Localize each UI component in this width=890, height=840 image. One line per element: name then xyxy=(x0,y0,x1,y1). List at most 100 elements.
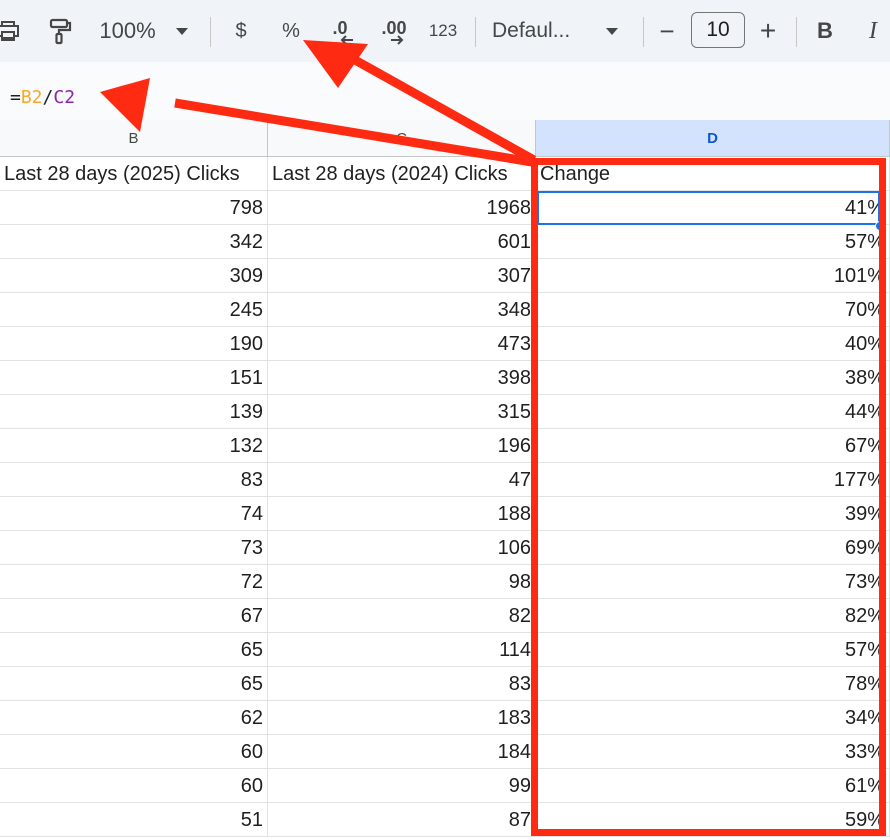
cell-2025-clicks[interactable]: 151 xyxy=(0,361,268,395)
increase-decimal-button[interactable]: .00 xyxy=(374,0,414,62)
cell-2024-clicks[interactable]: 87 xyxy=(268,803,536,837)
cell-change[interactable]: 61% xyxy=(536,769,890,803)
cell-2024-clicks[interactable]: 47 xyxy=(268,463,536,497)
cell-2024-clicks[interactable]: 398 xyxy=(268,361,536,395)
cell-2025-clicks[interactable]: 245 xyxy=(0,293,268,327)
cell-2024-clicks[interactable]: 83 xyxy=(268,667,536,701)
cell-change[interactable]: 69% xyxy=(536,531,890,565)
cell-2024-clicks[interactable]: 601 xyxy=(268,225,536,259)
cell-change[interactable]: 101% xyxy=(536,259,890,293)
table-row: 65 83 78% xyxy=(0,667,890,701)
cell-change[interactable]: 57% xyxy=(536,225,890,259)
cell-2025-clicks[interactable]: 67 xyxy=(0,599,268,633)
cell-header-change[interactable]: Change xyxy=(536,157,890,191)
cell-change[interactable]: 44% xyxy=(536,395,890,429)
dropdown-caret-icon[interactable] xyxy=(170,0,194,62)
more-formats-button[interactable]: 123 xyxy=(423,0,463,62)
cell-2025-clicks[interactable]: 74 xyxy=(0,497,268,531)
cell-change[interactable]: 39% xyxy=(536,497,890,531)
table-row: 67 82 82% xyxy=(0,599,890,633)
percent-format-button[interactable]: % xyxy=(275,0,307,62)
cell-change[interactable]: 73% xyxy=(536,565,890,599)
cell-change[interactable]: 40% xyxy=(536,327,890,361)
cell-2024-clicks[interactable]: 183 xyxy=(268,701,536,735)
dropdown-caret-icon[interactable] xyxy=(600,0,624,62)
cell-2025-clicks[interactable]: 190 xyxy=(0,327,268,361)
cell-2025-clicks[interactable]: 132 xyxy=(0,429,268,463)
cell-2025-clicks[interactable]: 60 xyxy=(0,769,268,803)
cell-2025-clicks[interactable]: 798 xyxy=(0,191,268,225)
toolbar-divider xyxy=(796,17,797,47)
cell-change[interactable]: 57% xyxy=(536,633,890,667)
cell-2024-clicks[interactable]: 114 xyxy=(268,633,536,667)
cell-2024-clicks[interactable]: 196 xyxy=(268,429,536,463)
cell-change[interactable]: 70% xyxy=(536,293,890,327)
cell-2024-clicks[interactable]: 106 xyxy=(268,531,536,565)
cell-2025-clicks[interactable]: 139 xyxy=(0,395,268,429)
cell-header-2024-clicks[interactable]: Last 28 days (2024) Clicks xyxy=(268,157,536,191)
column-header-b[interactable]: B xyxy=(0,120,268,156)
font-family-select[interactable]: Defaul... xyxy=(492,0,594,62)
currency-format-button[interactable]: $ xyxy=(226,0,256,62)
italic-button[interactable]: I xyxy=(860,0,886,62)
cell-2025-clicks[interactable]: 62 xyxy=(0,701,268,735)
cell-2025-clicks[interactable]: 309 xyxy=(0,259,268,293)
percent-label: % xyxy=(282,19,300,42)
cell-2025-clicks[interactable]: 60 xyxy=(0,735,268,769)
cell-change[interactable]: 34% xyxy=(536,701,890,735)
table-row: 74 188 39% xyxy=(0,497,890,531)
increase-font-size-button[interactable]: + xyxy=(754,0,782,62)
cell-2024-clicks[interactable]: 184 xyxy=(268,735,536,769)
cell-2024-clicks[interactable]: 99 xyxy=(268,769,536,803)
cell-change[interactable]: 38% xyxy=(536,361,890,395)
table-row: 73 106 69% xyxy=(0,531,890,565)
cell-header-2025-clicks[interactable]: Last 28 days (2025) Clicks xyxy=(0,157,268,191)
cell-2024-clicks[interactable]: 473 xyxy=(268,327,536,361)
cell-2024-clicks[interactable]: 98 xyxy=(268,565,536,599)
paint-format-icon[interactable] xyxy=(42,0,76,62)
table-row: 132 196 67% xyxy=(0,429,890,463)
cell-2025-clicks[interactable]: 342 xyxy=(0,225,268,259)
cell-change[interactable]: 33% xyxy=(536,735,890,769)
table-row: 65 114 57% xyxy=(0,633,890,667)
formula-bar[interactable]: =B2/C2 xyxy=(0,62,890,121)
column-header-d[interactable]: D xyxy=(536,120,890,156)
cell-2024-clicks[interactable]: 307 xyxy=(268,259,536,293)
header-row: Last 28 days (2025) Clicks Last 28 days … xyxy=(0,157,890,191)
print-icon[interactable] xyxy=(0,0,24,62)
bold-button[interactable]: B xyxy=(812,0,838,62)
cell-change[interactable]: 41% xyxy=(536,191,890,225)
plus-icon: + xyxy=(759,15,777,46)
cell-2025-clicks[interactable]: 65 xyxy=(0,633,268,667)
fill-handle[interactable] xyxy=(875,221,885,231)
font-size-input[interactable]: 10 xyxy=(691,12,745,48)
cell-2025-clicks[interactable]: 83 xyxy=(0,463,268,497)
table-row: 139 315 44% xyxy=(0,395,890,429)
zoom-select[interactable]: 100% xyxy=(90,0,165,62)
table-row: 60 99 61% xyxy=(0,769,890,803)
cell-2025-clicks[interactable]: 51 xyxy=(0,803,268,837)
cell-2025-clicks[interactable]: 65 xyxy=(0,667,268,701)
cell-change[interactable]: 67% xyxy=(536,429,890,463)
cell-change[interactable]: 78% xyxy=(536,667,890,701)
table-row: 151 398 38% xyxy=(0,361,890,395)
cell-change[interactable]: 82% xyxy=(536,599,890,633)
cell-2024-clicks[interactable]: 1968 xyxy=(268,191,536,225)
cell-2024-clicks[interactable]: 348 xyxy=(268,293,536,327)
formula-text[interactable]: =B2/C2 xyxy=(10,87,75,108)
cell-2025-clicks[interactable]: 73 xyxy=(0,531,268,565)
decrease-decimal-button[interactable]: .0 xyxy=(322,0,358,62)
cell-2025-clicks[interactable]: 72 xyxy=(0,565,268,599)
formula-ref-b2: B2 xyxy=(20,87,43,108)
font-family-value: Defaul... xyxy=(492,19,571,42)
cell-change[interactable]: 177% xyxy=(536,463,890,497)
decrease-font-size-button[interactable]: − xyxy=(654,0,680,62)
cell-change[interactable]: 59% xyxy=(536,803,890,837)
table-row: 51 87 59% xyxy=(0,803,890,837)
formula-ref-c2: C2 xyxy=(53,87,76,108)
cell-2024-clicks[interactable]: 188 xyxy=(268,497,536,531)
cell-2024-clicks[interactable]: 315 xyxy=(268,395,536,429)
table-row: 62 183 34% xyxy=(0,701,890,735)
column-header-c[interactable]: C xyxy=(268,120,536,156)
cell-2024-clicks[interactable]: 82 xyxy=(268,599,536,633)
